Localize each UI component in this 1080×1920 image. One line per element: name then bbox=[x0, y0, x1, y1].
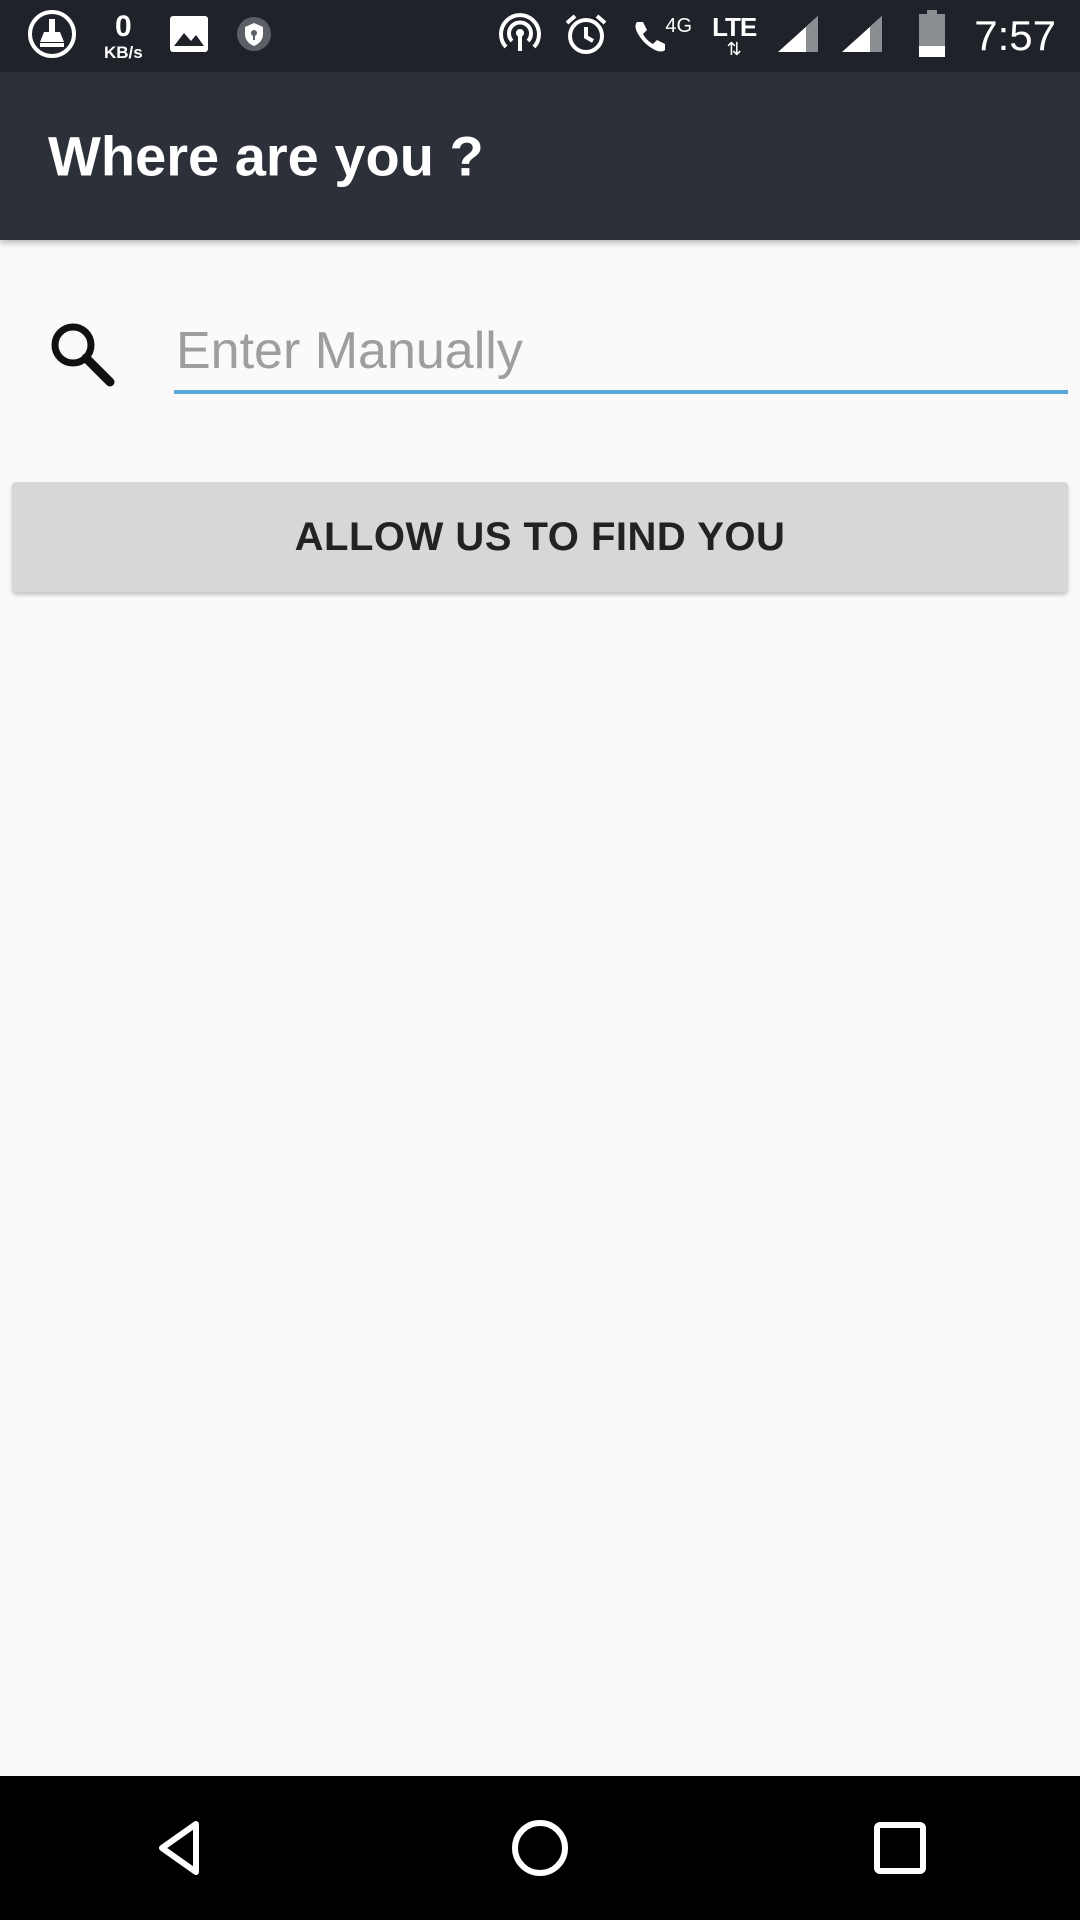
net-speed-unit: KB/s bbox=[104, 42, 143, 62]
home-button[interactable] bbox=[480, 1788, 600, 1908]
image-icon bbox=[169, 15, 209, 58]
back-icon bbox=[159, 1821, 199, 1875]
battery-icon bbox=[918, 9, 946, 63]
net-speed-indicator: 0 KB/s bbox=[104, 9, 143, 62]
cleaner-icon bbox=[26, 8, 78, 65]
recents-icon bbox=[874, 1822, 926, 1874]
signal-icon bbox=[840, 14, 884, 59]
screen: 0 KB/s 4G LTE ⇅ 7:57 Where are you ? Ent… bbox=[0, 0, 1080, 1920]
hotspot-icon bbox=[497, 11, 543, 62]
navigation-bar bbox=[0, 1776, 1080, 1920]
status-bar: 0 KB/s 4G LTE ⇅ 7:57 bbox=[0, 0, 1080, 72]
recents-button[interactable] bbox=[840, 1788, 960, 1908]
net-speed-value: 0 bbox=[115, 9, 132, 43]
lte-indicator: LTE ⇅ bbox=[712, 12, 757, 59]
allow-location-button[interactable]: ALLOW US TO FIND YOU bbox=[12, 482, 1068, 592]
page-title: Where are you ? bbox=[48, 124, 484, 188]
alarm-icon bbox=[563, 11, 609, 62]
network-type-label: 4G bbox=[665, 14, 693, 37]
status-bar-right: 4G LTE ⇅ 7:57 bbox=[477, 9, 1056, 63]
data-activity-icon: ⇅ bbox=[726, 39, 742, 59]
status-bar-left: 0 KB/s bbox=[26, 8, 299, 65]
signal-icon bbox=[776, 14, 820, 59]
wifi-call-icon: 4G bbox=[629, 14, 692, 58]
lte-label: LTE bbox=[712, 12, 757, 42]
search-input[interactable] bbox=[174, 312, 1068, 394]
search-icon bbox=[46, 318, 116, 388]
back-button[interactable] bbox=[120, 1788, 240, 1908]
shield-icon bbox=[235, 15, 273, 58]
status-clock: 7:57 bbox=[974, 12, 1056, 59]
app-bar: Where are you ? bbox=[0, 72, 1080, 240]
home-icon bbox=[512, 1820, 568, 1876]
